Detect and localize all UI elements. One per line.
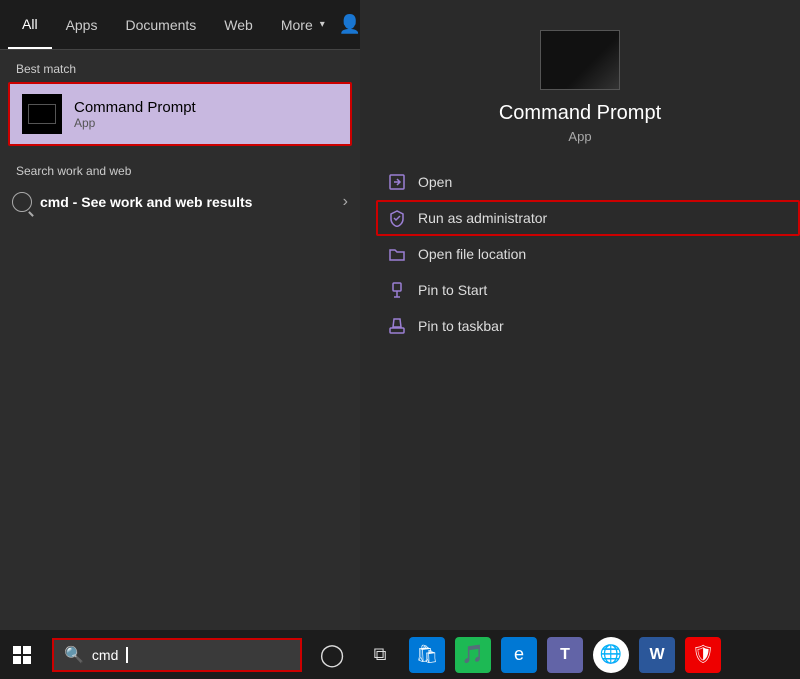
action-open[interactable]: Open <box>376 164 800 200</box>
word-icon-button[interactable]: W <box>639 637 675 673</box>
right-panel: Command Prompt App Open Run as administr… <box>360 0 800 630</box>
chrome-icon: 🌐 <box>600 644 622 665</box>
cmd-app-type: App <box>74 116 196 130</box>
action-run-admin[interactable]: Run as administrator <box>376 200 800 236</box>
tab-documents[interactable]: Documents <box>111 0 210 49</box>
cmd-app-icon-box <box>22 94 62 134</box>
taskbar-search-box[interactable]: 🔍 cmd <box>52 638 302 672</box>
teams-icon-button[interactable]: T <box>547 637 583 673</box>
app-icon-large <box>540 30 620 90</box>
action-pin-start-label: Pin to Start <box>418 282 487 298</box>
app-subtitle: App <box>568 129 591 144</box>
arrow-right-icon: › <box>343 193 348 211</box>
open-icon <box>388 173 406 191</box>
start-button[interactable] <box>0 633 44 677</box>
search-circle-icon <box>12 192 32 212</box>
folder-icon <box>388 245 406 263</box>
word-icon: W <box>649 646 664 664</box>
cortana-icon: ◯ <box>320 642 345 668</box>
action-open-location-label: Open file location <box>418 246 526 262</box>
edge-icon: e <box>514 644 524 665</box>
action-open-label: Open <box>418 174 452 190</box>
cortana-button[interactable]: ◯ <box>310 633 354 677</box>
cmd-app-name: Command Prompt <box>74 99 196 116</box>
action-pin-start[interactable]: Pin to Start <box>376 272 800 308</box>
taskbar-cursor <box>126 647 128 663</box>
cmd-web-suffix: - See work and web results <box>69 194 253 210</box>
cmd-text-block: Command Prompt App <box>74 99 196 130</box>
taskbar-search-text: cmd <box>92 647 118 663</box>
store-icon-button[interactable]: 🛍 <box>409 637 445 673</box>
cmd-app-icon <box>28 104 56 124</box>
task-view-icon: ⧉ <box>374 644 387 665</box>
taskbar: 🔍 cmd ◯ ⧉ 🛍 🎵 e T 🌐 W 🛡 <box>0 630 800 679</box>
tab-apps[interactable]: Apps <box>52 0 112 49</box>
tabs-bar: All Apps Documents Web More ▾ 👤 ··· <box>0 0 360 50</box>
spotify-icon: 🎵 <box>462 644 484 665</box>
action-pin-taskbar-label: Pin to taskbar <box>418 318 504 334</box>
tab-web[interactable]: Web <box>210 0 267 49</box>
shield-icon <box>388 209 406 227</box>
windows-logo-icon <box>13 646 31 664</box>
search-web-label: Search work and web <box>0 150 360 184</box>
person-icon[interactable]: 👤 <box>339 14 361 35</box>
spotify-icon-button[interactable]: 🎵 <box>455 637 491 673</box>
best-match-label: Best match <box>0 50 360 82</box>
search-panel: All Apps Documents Web More ▾ 👤 ··· Best… <box>0 0 360 630</box>
chrome-icon-button[interactable]: 🌐 <box>593 637 629 673</box>
app-icon-large-inner <box>541 31 619 89</box>
cmd-result-item[interactable]: Command Prompt App <box>8 82 352 146</box>
action-open-location[interactable]: Open file location <box>376 236 800 272</box>
cmd-web-row[interactable]: cmd - See work and web results › <box>0 184 360 220</box>
antivirus-icon-button[interactable]: 🛡 <box>685 637 721 673</box>
pin-icon <box>388 281 406 299</box>
tab-more[interactable]: More ▾ <box>267 0 339 49</box>
task-view-button[interactable]: ⧉ <box>358 633 402 677</box>
cmd-query-text: cmd <box>40 194 69 210</box>
cmd-web-text: cmd - See work and web results <box>40 194 252 210</box>
taskbar-icons: ◯ ⧉ 🛍 🎵 e T 🌐 W 🛡 <box>310 633 724 677</box>
store-icon: 🛍 <box>416 644 439 665</box>
app-title: Command Prompt <box>499 102 661 125</box>
action-run-admin-label: Run as administrator <box>418 210 547 226</box>
chevron-down-icon: ▾ <box>320 19 325 30</box>
teams-icon: T <box>560 646 570 664</box>
antivirus-icon: 🛡 <box>692 644 715 665</box>
taskbar-pin-icon <box>388 317 406 335</box>
action-pin-taskbar[interactable]: Pin to taskbar <box>376 308 800 344</box>
edge-icon-button[interactable]: e <box>501 637 537 673</box>
action-list: Open Run as administrator Open file loca… <box>360 164 800 344</box>
taskbar-search-icon: 🔍 <box>64 645 84 665</box>
tab-all[interactable]: All <box>8 0 52 49</box>
